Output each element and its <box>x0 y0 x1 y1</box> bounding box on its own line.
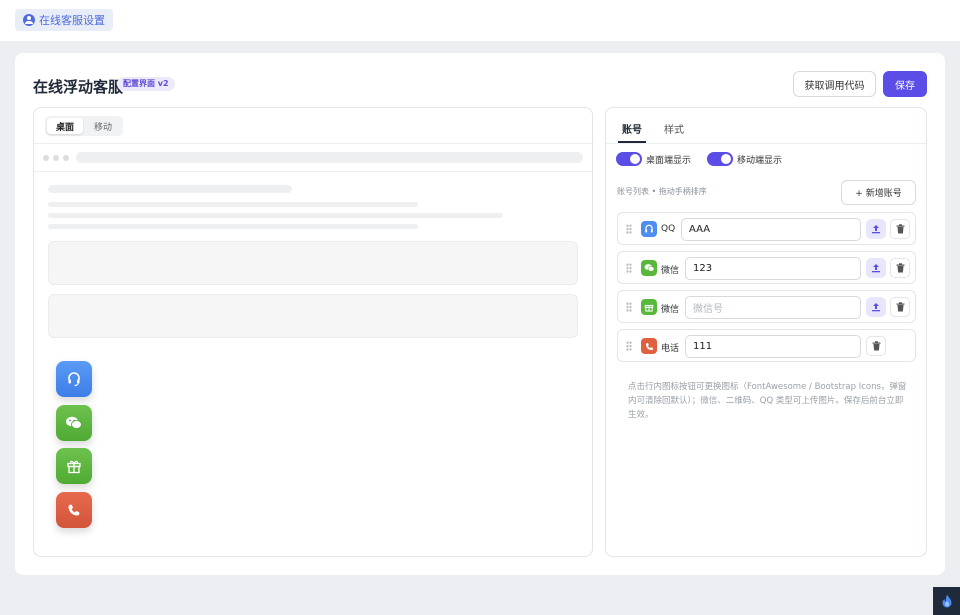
tab-label: 在线客服设置 <box>39 14 105 27</box>
settings-panel: 账号 样式 桌面端显示 移动端显示 账号列表 • 拖动手柄排序 + 新增账号 Q… <box>605 107 927 557</box>
skeleton-line <box>48 185 292 193</box>
drag-handle-icon[interactable] <box>626 341 632 351</box>
phone-icon[interactable] <box>641 338 657 354</box>
top-bar: 在线客服设置 <box>0 0 960 41</box>
toggle-switch[interactable] <box>616 152 642 166</box>
segment-desktop[interactable]: 桌面 <box>47 118 83 134</box>
version-badge: 配置界面 v2 <box>117 77 175 91</box>
get-code-button[interactable]: 获取调用代码 <box>793 71 876 97</box>
account-row: 微信 微信号 <box>617 290 916 323</box>
divider <box>34 143 592 144</box>
skeleton-block <box>48 294 578 338</box>
divider <box>34 171 592 172</box>
add-account-button[interactable]: + 新增账号 <box>841 180 916 205</box>
tab-style[interactable]: 样式 <box>664 121 684 136</box>
user-circle-icon <box>23 14 35 26</box>
account-value-input[interactable]: 微信号 <box>685 296 861 319</box>
page-title: 在线浮动客服 <box>33 78 124 96</box>
skeleton-block <box>48 241 578 285</box>
phone-icon <box>68 504 80 516</box>
save-button[interactable]: 保存 <box>883 71 927 97</box>
wechat-icon <box>66 416 82 429</box>
skeleton-line <box>48 224 418 229</box>
flame-icon[interactable] <box>933 587 960 615</box>
trash-icon[interactable] <box>890 258 910 278</box>
float-phone-button[interactable] <box>56 492 92 528</box>
main-card: 在线浮动客服 配置界面 v2 获取调用代码 保存 桌面 移动 账号 样式 桌面端… <box>15 53 945 575</box>
upload-icon[interactable] <box>866 258 886 278</box>
trash-icon[interactable] <box>866 336 886 356</box>
wechat-icon[interactable] <box>641 260 657 276</box>
account-type-label: 微信 <box>661 266 680 276</box>
device-segmented-control: 桌面 移动 <box>45 116 123 136</box>
trash-icon[interactable] <box>890 297 910 317</box>
account-type-label: 微信 <box>661 305 680 315</box>
toggle-label: 移动端显示 <box>737 155 783 166</box>
account-row: 电话 111 <box>617 329 916 362</box>
help-text: 点击行内图标按钮可更换图标（FontAwesome / Bootstrap Ic… <box>628 382 907 420</box>
float-qq-button[interactable] <box>56 361 92 397</box>
account-list-caption: 账号列表 • 拖动手柄排序 <box>617 187 707 196</box>
toggle-mobile-display[interactable]: 移动端显示 <box>707 152 782 166</box>
toggle-switch[interactable] <box>707 152 733 166</box>
account-type-label: QQ <box>661 224 676 234</box>
drag-handle-icon[interactable] <box>626 302 632 312</box>
account-row: QQ AAA <box>617 212 916 245</box>
gift-icon[interactable] <box>641 299 657 315</box>
headset-icon <box>68 372 80 387</box>
skeleton-line <box>48 213 503 218</box>
account-value-input[interactable]: AAA <box>681 218 861 241</box>
drag-handle-icon[interactable] <box>626 263 632 273</box>
segment-mobile[interactable]: 移动 <box>85 118 121 134</box>
account-row: 微信 123 <box>617 251 916 284</box>
toggle-desktop-display[interactable]: 桌面端显示 <box>616 152 691 166</box>
tab-accounts[interactable]: 账号 <box>622 121 642 136</box>
divider <box>606 143 926 144</box>
float-wechat-button[interactable] <box>56 405 92 441</box>
upload-icon[interactable] <box>866 297 886 317</box>
address-bar-placeholder <box>76 152 583 163</box>
gift-icon <box>67 460 81 474</box>
preview-panel: 桌面 移动 <box>33 107 593 557</box>
trash-icon[interactable] <box>890 219 910 239</box>
window-dots <box>43 155 69 161</box>
skeleton-line <box>48 202 418 207</box>
headset-icon[interactable] <box>641 221 657 237</box>
account-value-input[interactable]: 111 <box>685 335 861 358</box>
upload-icon[interactable] <box>866 219 886 239</box>
account-type-label: 电话 <box>661 344 680 354</box>
drag-handle-icon[interactable] <box>626 224 632 234</box>
tab-online-service-settings[interactable]: 在线客服设置 <box>15 9 113 31</box>
account-value-input[interactable]: 123 <box>685 257 861 280</box>
float-gift-button[interactable] <box>56 448 92 484</box>
toggle-label: 桌面端显示 <box>646 155 692 166</box>
